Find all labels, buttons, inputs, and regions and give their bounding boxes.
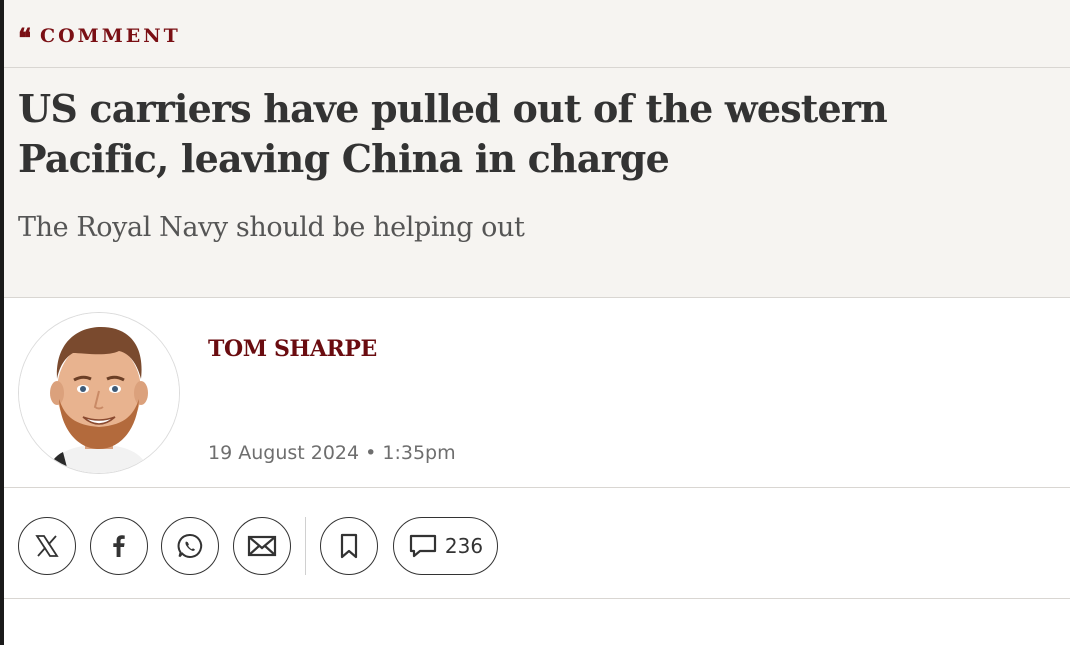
article-standfirst: The Royal Navy should be helping out	[18, 212, 525, 243]
article-headline: US carriers have pulled out of the weste…	[18, 86, 888, 181]
publish-date: 19 August 2024 • 1:35pm	[208, 442, 456, 464]
comment-icon	[409, 534, 437, 558]
share-email-button[interactable]	[233, 517, 291, 575]
author-avatar[interactable]	[18, 312, 180, 474]
share-whatsapp-button[interactable]	[161, 517, 219, 575]
comments-button[interactable]: 236	[393, 517, 498, 575]
author-name[interactable]: TOM SHARPE	[208, 336, 377, 362]
kicker-divider	[4, 67, 1070, 68]
quote-mark-icon: ❝	[18, 26, 30, 46]
section-label[interactable]: COMMENT	[40, 25, 181, 47]
author-photo	[19, 313, 179, 473]
section-kicker[interactable]: ❝ COMMENT	[18, 25, 181, 47]
whatsapp-icon	[177, 533, 203, 558]
share-x-button[interactable]	[18, 517, 76, 575]
article-header: ❝ COMMENT US carriers have pulled out of…	[4, 0, 1070, 298]
email-icon	[247, 535, 277, 557]
save-article-button[interactable]	[320, 517, 378, 575]
x-logo-icon	[35, 535, 59, 557]
share-toolbar: 236	[4, 489, 1070, 599]
byline: TOM SHARPE 19 August 2024 • 1:35pm	[4, 299, 1070, 488]
share-divider	[305, 517, 306, 575]
comment-count: 236	[444, 534, 484, 558]
facebook-icon	[113, 535, 125, 557]
bookmark-icon	[340, 533, 358, 559]
share-facebook-button[interactable]	[90, 517, 148, 575]
